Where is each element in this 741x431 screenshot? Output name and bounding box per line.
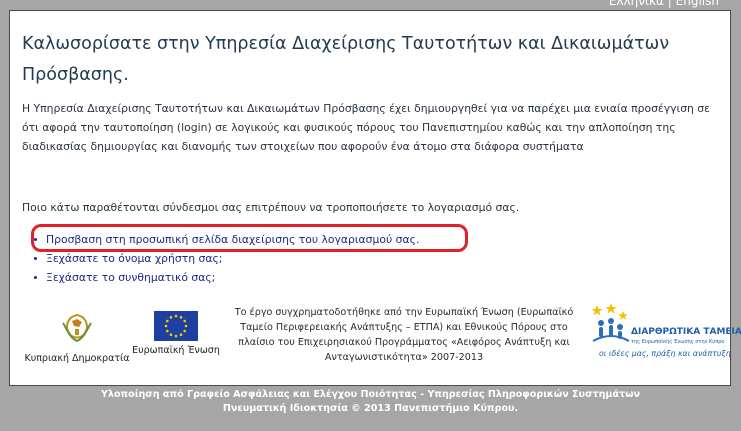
footer-copyright-text: Πνευματική Ιδιοκτησία © 2013 Πανεπιστήμι…: [222, 403, 519, 414]
page-title: Καλωσορίσατε στην Υπηρεσία Διαχείρισης Τ…: [22, 34, 670, 85]
structural-funds-logo: ΔΙΑΡΘΡΩΤΙΚΑ ΤΑΜΕΙΑ της Ευρωπαϊκής Ένωσης…: [587, 301, 741, 371]
lang-separator: |: [667, 0, 672, 8]
list-item: Ξεχάσατε το συνθηματικό σας;: [33, 271, 419, 290]
eu-caption: Ευρωπαϊκή Ένωση: [132, 345, 220, 356]
red-highlight-annotation: [31, 224, 468, 252]
main-panel: Καλωσορίσατε στην Υπηρεσία Διαχείρισης Τ…: [9, 10, 741, 386]
language-switch: Ελληνικά | English: [609, 0, 719, 8]
forgot-password-link[interactable]: Ξεχάσατε το συνθηματικό σας;: [46, 271, 215, 284]
footer-implementation-text: Υλοποίηση από Γραφείο Ασφάλειας και Ελέγ…: [100, 389, 641, 400]
eu-stars-icon: [164, 314, 188, 338]
lang-greek-link[interactable]: Ελληνικά: [609, 0, 664, 8]
cyprus-republic-logo: Κυπριακή Δημοκρατία: [24, 311, 130, 364]
list-item: Ξεχάσατε το όνομα χρήστη σας;: [33, 252, 419, 271]
forgot-username-link[interactable]: Ξεχάσατε το όνομα χρήστη σας;: [46, 252, 222, 265]
links-intro-text: Ποιο κάτω παραθέτονται σύνδεσμοι σας επι…: [22, 201, 520, 214]
eu-logo: Ευρωπαϊκή Ένωση: [131, 311, 221, 356]
intro-paragraph: Η Υπηρεσία Διαχείρισης Ταυτοτήτων και Δι…: [22, 102, 710, 153]
cyprus-caption: Κυπριακή Δημοκρατία: [24, 353, 130, 364]
structural-funds-stars-icon: [591, 303, 630, 342]
page-footer: Υλοποίηση από Γραφείο Ασφάλειας και Ελέγ…: [0, 388, 741, 416]
lang-english-link[interactable]: English: [676, 0, 719, 8]
structural-funds-title: ΔΙΑΡΘΡΩΤΙΚΑ ΤΑΜΕΙΑ: [631, 327, 741, 337]
funding-statement: Το έργο συγχρηματοδοτήθηκε από την Ευρωπ…: [234, 307, 574, 363]
eu-flag-icon: [154, 311, 198, 341]
cyprus-emblem-icon: [62, 313, 92, 343]
structural-funds-subtitle: της Ευρωπαϊκής Ένωσης στην Κύπρο: [631, 339, 725, 345]
structural-funds-slogan: οι ιδέες μας, πράξη και ανάπτυξη: [599, 349, 731, 358]
